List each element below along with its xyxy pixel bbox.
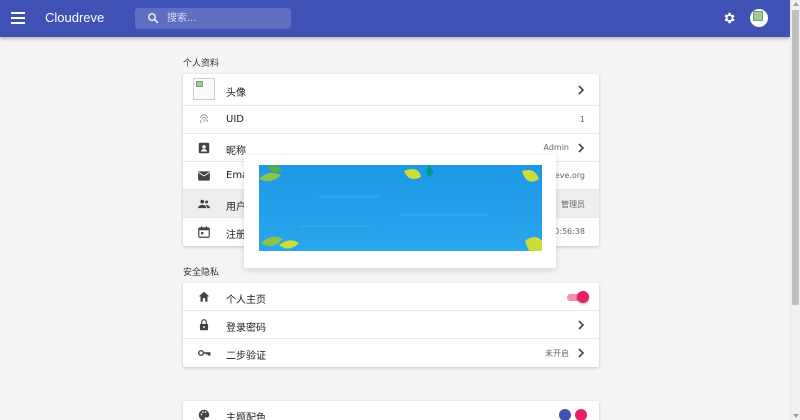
fingerprint-icon (200, 114, 208, 124)
key-icon (198, 349, 211, 357)
row-label: 主题配色 (226, 413, 266, 420)
color-swatch-primary[interactable] (559, 409, 571, 420)
row-value: Admin (543, 143, 570, 152)
row-value: eve.org (554, 171, 585, 180)
app-title[interactable]: Cloudreve (45, 10, 104, 25)
row-label: 二步验证 (226, 351, 266, 362)
row-label: UID (226, 114, 244, 125)
palette-icon (198, 409, 210, 420)
scrollbar-thumb[interactable] (792, 10, 799, 305)
theme-card: 主题配色 (183, 401, 599, 420)
scroll-down-icon[interactable] (793, 414, 799, 418)
scrollbar[interactable] (790, 0, 800, 420)
leaf-banner-image (259, 165, 542, 251)
row-value: 1 (579, 115, 585, 124)
group-icon (198, 199, 210, 209)
theme-row-color[interactable]: 主题配色 (183, 401, 599, 420)
home-icon (198, 291, 210, 302)
section-title-profile: 个人资料 (183, 59, 220, 69)
chevron-right-icon (578, 143, 585, 153)
avatar-image (193, 78, 215, 100)
search-input[interactable] (167, 10, 285, 27)
search-icon (148, 13, 159, 24)
row-label: 登录密码 (226, 323, 266, 334)
row-value: 未开启 (545, 349, 569, 358)
calendar-icon (198, 226, 210, 238)
lock-icon (199, 319, 209, 331)
chevron-right-icon (578, 320, 585, 330)
security-card: 个人主页 登录密码 二步验证 未开启 (183, 283, 599, 367)
row-label: 头像 (226, 88, 246, 99)
row-label: 昵称 (226, 146, 246, 157)
color-swatch-secondary[interactable] (575, 409, 587, 420)
profile-row-avatar[interactable]: 头像 (183, 74, 599, 106)
app-bar: Cloudreve (0, 0, 790, 37)
profile-row-uid: UID 1 (183, 106, 599, 134)
menu-icon[interactable] (11, 12, 25, 24)
homepage-toggle[interactable] (567, 291, 589, 303)
chevron-right-icon (578, 348, 585, 358)
avatar[interactable] (750, 9, 768, 27)
row-value: 管理员 (561, 200, 585, 209)
section-title-security: 安全隐私 (183, 268, 220, 278)
row-label: 个人主页 (226, 295, 266, 306)
row-value: 0:56:38 (554, 227, 585, 236)
security-row-2fa[interactable]: 二步验证 未开启 (183, 339, 599, 367)
row-label: 注册 (226, 230, 246, 241)
mail-icon (198, 171, 210, 181)
row-label: 用户 (226, 202, 246, 213)
security-row-homepage[interactable]: 个人主页 (183, 283, 599, 311)
chevron-right-icon (578, 85, 585, 95)
contact-card-icon (198, 142, 210, 154)
gear-icon[interactable] (722, 11, 736, 25)
search-box[interactable] (135, 8, 291, 29)
scroll-up-icon[interactable] (793, 2, 799, 6)
security-row-password[interactable]: 登录密码 (183, 311, 599, 339)
image-preview-panel (244, 155, 556, 268)
